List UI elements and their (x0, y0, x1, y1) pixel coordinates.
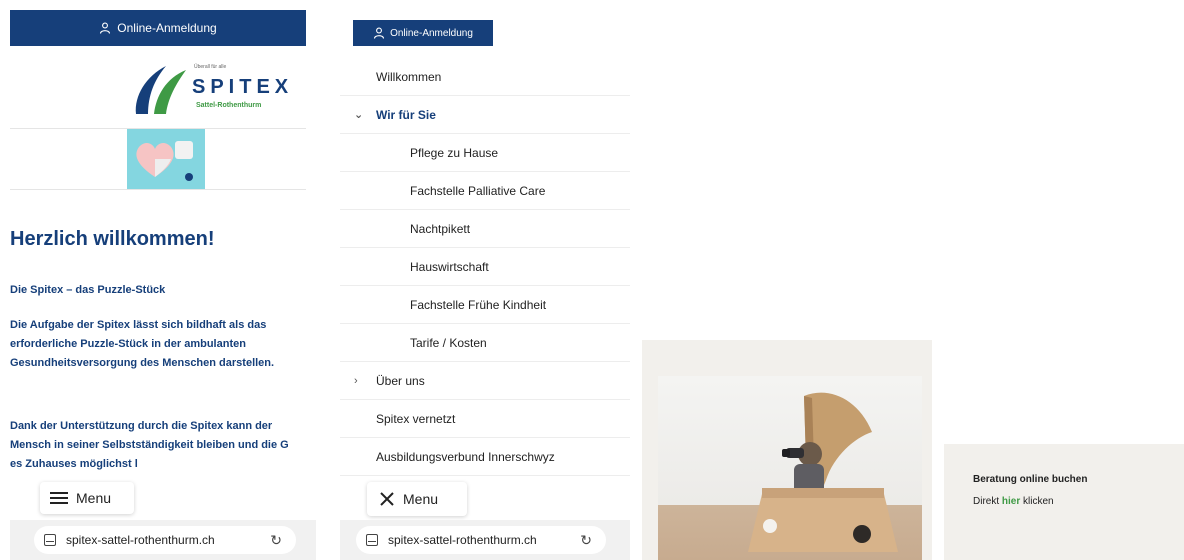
nav-menu: Willkommen ⌄ Wir für Sie Pflege zu Hause… (340, 58, 630, 476)
nav-item-label: Ausbildungsverbund Innerschwyz (376, 449, 555, 464)
nav-item-palliative-care[interactable]: Fachstelle Palliative Care (340, 172, 630, 210)
nav-item-tarife-kosten[interactable]: Tarife / Kosten (340, 324, 630, 362)
online-login-button[interactable]: Online-Anmeldung (353, 20, 493, 46)
booking-title: Beratung online buchen (973, 474, 1088, 485)
nav-item-label: Pflege zu Hause (410, 145, 499, 160)
close-menu-button[interactable]: Menu (367, 482, 467, 516)
person-icon (100, 22, 111, 34)
reload-icon[interactable]: ↻ (580, 532, 592, 549)
address-bar[interactable]: spitex-sattel-rothenthurm.ch ↻ (34, 526, 296, 554)
puzzle-piece-shape (175, 141, 193, 159)
online-login-label: Online-Anmeldung (390, 27, 473, 39)
menu-label: Menu (403, 491, 439, 507)
logo-tagline: Überall für alle (194, 64, 227, 70)
cardboard-boat-illustration (748, 392, 898, 552)
browser-bottom-bar: spitex-sattel-rothenthurm.ch ↻ (10, 520, 316, 560)
nav-item-hauswirtschaft[interactable]: Hauswirtschaft (340, 248, 630, 286)
url-text: spitex-sattel-rothenthurm.ch (388, 533, 537, 547)
online-login-label: Online-Anmeldung (117, 21, 217, 35)
home-screen: Online-Anmeldung Überall für alle SPITEX… (0, 0, 316, 560)
menu-button[interactable]: Menu (40, 482, 134, 514)
hamburger-icon (50, 492, 68, 504)
heart-icon (136, 142, 174, 177)
nav-item-pflege-zu-hause[interactable]: Pflege zu Hause (340, 134, 630, 172)
child-cardboard-boat-photo (658, 376, 922, 560)
nav-item-label: Tarife / Kosten (410, 335, 487, 350)
booking-here-link[interactable]: hier (1002, 496, 1020, 507)
nav-item-label: Hauswirtschaft (410, 259, 489, 274)
intro-paragraph: Die Aufgabe der Spitex lässt sich bildha… (10, 319, 275, 369)
nav-item-label: Fachstelle Frühe Kindheit (410, 297, 547, 312)
support-paragraph: Dank der Unterstützung durch die Spitex … (10, 420, 289, 470)
nav-item-label: Über uns (376, 373, 425, 388)
tab-icon[interactable] (366, 534, 378, 546)
logo-mark-icon (135, 66, 186, 114)
navigation-screen: Online-Anmeldung Willkommen ⌄ Wir für Si… (340, 0, 630, 560)
online-booking-panel: Beratung online buchen Direkt hier klick… (944, 444, 1184, 560)
browser-bottom-bar: spitex-sattel-rothenthurm.ch ↻ (340, 520, 630, 560)
nav-item-label: Fachstelle Palliative Care (410, 183, 546, 198)
address-bar[interactable]: spitex-sattel-rothenthurm.ch ↻ (356, 526, 606, 554)
puzzle-dot-shape (185, 173, 193, 181)
nav-item-label: Spitex vernetzt (376, 411, 456, 426)
url-text: spitex-sattel-rothenthurm.ch (66, 533, 215, 547)
chevron-down-icon[interactable]: ⌄ (354, 108, 363, 121)
close-icon (380, 492, 394, 506)
tab-icon[interactable] (44, 534, 56, 546)
nav-item-label: Nachtpikett (410, 221, 471, 236)
chevron-right-icon[interactable]: › (354, 375, 358, 387)
hero-image (10, 128, 306, 190)
nav-item-spitex-vernetzt[interactable]: Spitex vernetzt (340, 400, 630, 438)
page-title: Herzlich willkommen! (10, 228, 215, 250)
nav-item-fruehe-kindheit[interactable]: Fachstelle Frühe Kindheit (340, 286, 630, 324)
nav-item-label: Willkommen (376, 69, 442, 84)
booking-text-before: Direkt (973, 496, 1002, 507)
menu-label: Menu (76, 490, 112, 506)
booking-text: Direkt hier klicken (973, 496, 1054, 507)
nav-item-nachtpikett[interactable]: Nachtpikett (340, 210, 630, 248)
nav-item-wir-fuer-sie[interactable]: ⌄ Wir für Sie (340, 96, 630, 134)
section-title: Die Spitex – das Puzzle-Stück (10, 284, 166, 296)
online-login-bar[interactable]: Online-Anmeldung (10, 10, 306, 46)
photo-panel (642, 340, 932, 560)
person-icon (374, 27, 385, 39)
spitex-logo[interactable]: Überall für alle SPITEX Sattel-Rothenthu… (130, 58, 310, 120)
logo-subtitle: Sattel-Rothenthurm (196, 102, 262, 109)
nav-item-ueber-uns[interactable]: › Über uns (340, 362, 630, 400)
nav-item-label: Wir für Sie (376, 107, 436, 122)
puzzle-heart-image (127, 129, 205, 189)
nav-item-ausbildungsverbund[interactable]: Ausbildungsverbund Innerschwyz (340, 438, 630, 476)
nav-item-willkommen[interactable]: Willkommen (340, 58, 630, 96)
booking-text-after: klicken (1020, 496, 1054, 507)
logo-brand: SPITEX (192, 76, 294, 98)
reload-icon[interactable]: ↻ (270, 532, 282, 549)
